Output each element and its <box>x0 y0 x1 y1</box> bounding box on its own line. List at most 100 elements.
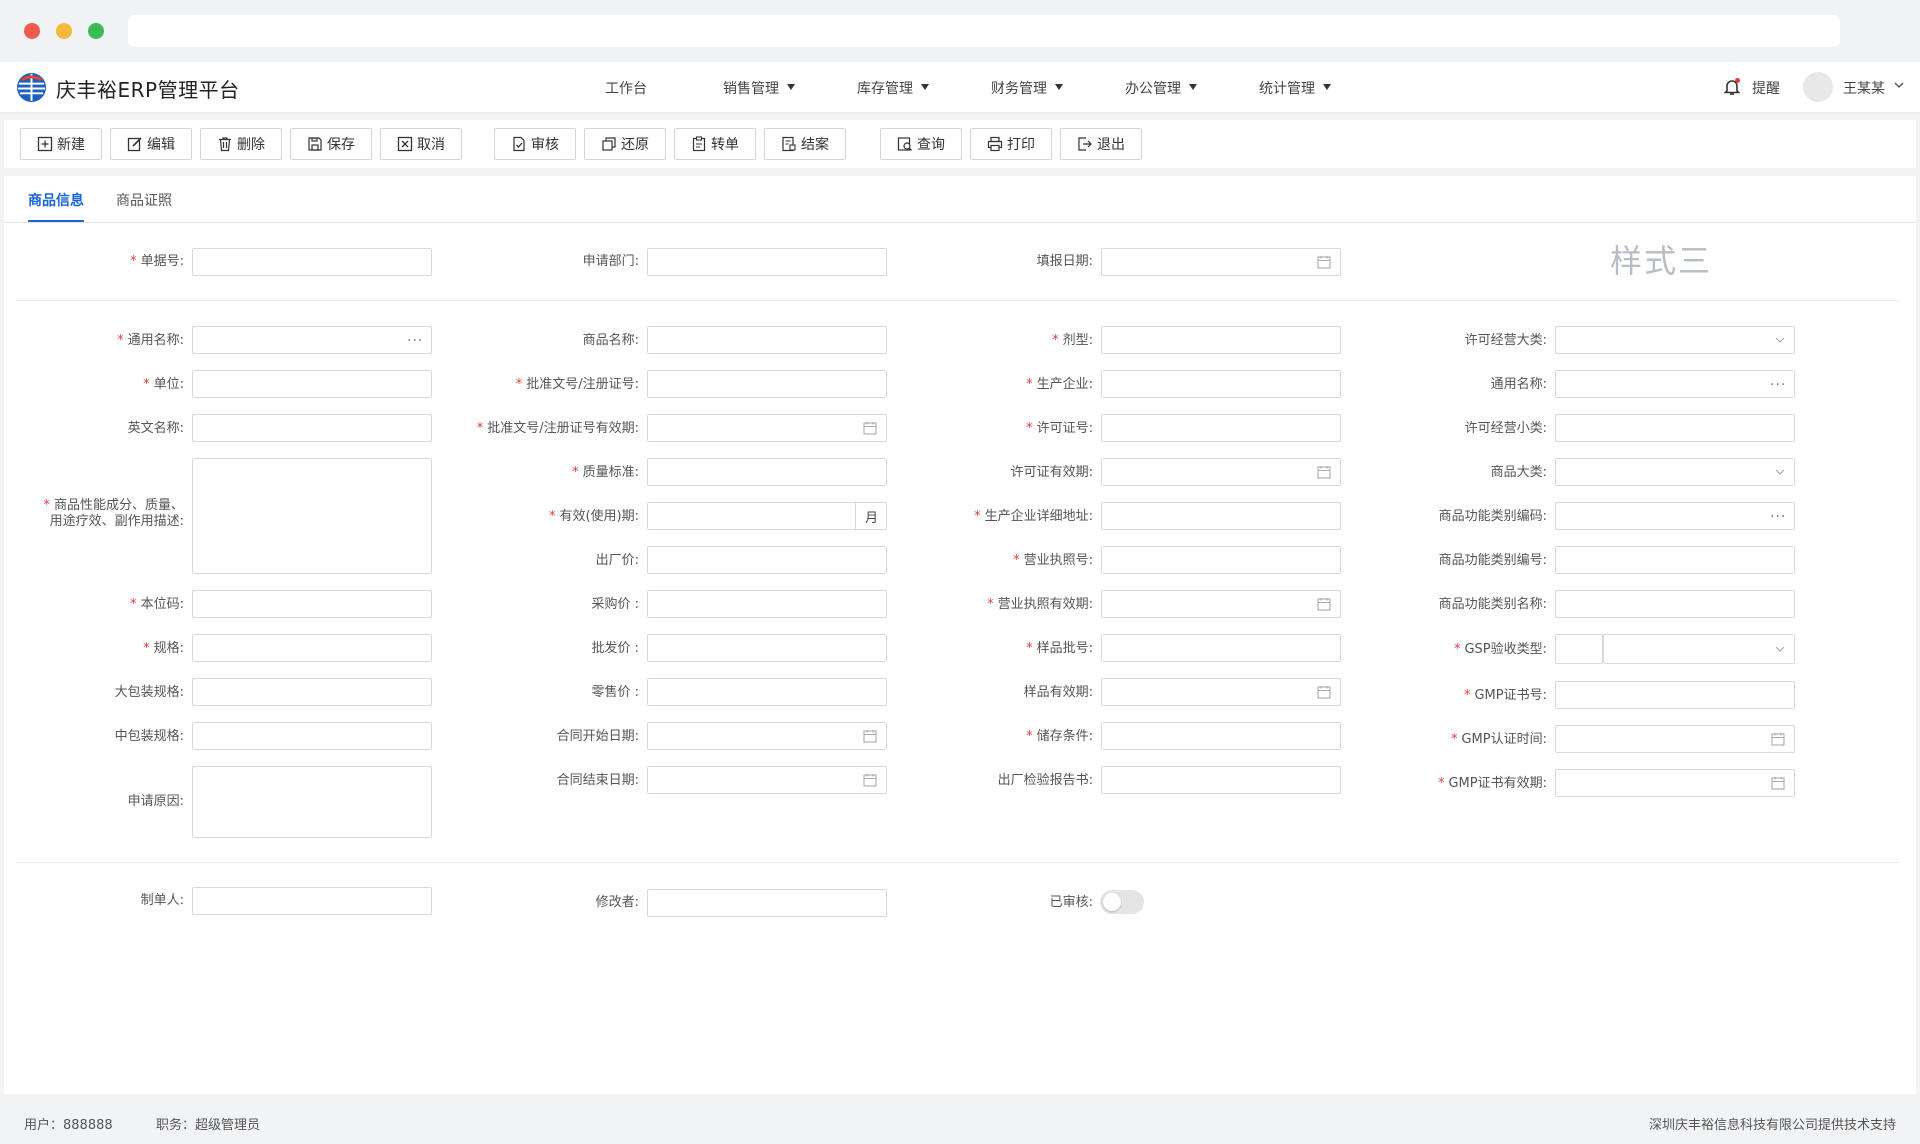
calendar-icon[interactable] <box>1771 776 1785 790</box>
audited-toggle[interactable] <box>1100 890 1144 914</box>
license-no-input[interactable] <box>1101 414 1341 442</box>
avatar[interactable] <box>1803 72 1833 102</box>
calendar-icon[interactable] <box>863 421 877 435</box>
save-button[interactable]: 保存 <box>290 128 372 160</box>
purchase-price-input[interactable] <box>647 590 887 618</box>
modifier-input[interactable] <box>647 889 887 917</box>
query-icon <box>897 137 912 151</box>
print-button[interactable]: 打印 <box>970 128 1052 160</box>
label-factory-price: 出厂价: <box>595 553 639 568</box>
exit-button[interactable]: 退出 <box>1060 128 1142 160</box>
quality-standard-input[interactable] <box>647 458 887 486</box>
dosage-form-input[interactable] <box>1101 326 1341 354</box>
edit-button[interactable]: 编辑 <box>110 128 192 160</box>
audit-button[interactable]: 审核 <box>494 128 576 160</box>
contract-end-input[interactable] <box>647 766 887 794</box>
contract-start-input[interactable] <box>647 722 887 750</box>
business-license-no-input[interactable] <box>1101 546 1341 574</box>
creator-input[interactable] <box>192 887 432 915</box>
retail-price-input[interactable] <box>647 678 887 706</box>
more-icon[interactable]: ··· <box>407 334 423 348</box>
more-icon[interactable]: ··· <box>1770 378 1786 392</box>
goods-name-input[interactable] <box>647 326 887 354</box>
window-close-button[interactable] <box>24 23 40 39</box>
unit-input[interactable] <box>192 370 432 398</box>
delete-button[interactable]: 删除 <box>200 128 282 160</box>
address-bar[interactable] <box>128 15 1840 47</box>
common-name-input[interactable] <box>192 326 432 354</box>
nav-office[interactable]: 办公管理 <box>1125 78 1197 98</box>
reminder-link[interactable]: 提醒 <box>1752 78 1780 98</box>
apply-dept-input[interactable] <box>647 248 887 276</box>
common-name-2-input[interactable] <box>1555 370 1795 398</box>
caret-down-icon <box>921 84 929 90</box>
chevron-down-icon[interactable] <box>1773 642 1787 656</box>
approval-no-input[interactable] <box>647 370 887 398</box>
more-icon[interactable]: ··· <box>1770 510 1786 524</box>
function-category-no-input[interactable] <box>1555 546 1795 574</box>
gsp-type-code-input[interactable] <box>1555 634 1603 664</box>
bell-icon[interactable] <box>1722 77 1742 97</box>
license-valid-input[interactable] <box>1101 458 1341 486</box>
manufacturer-input[interactable] <box>1101 370 1341 398</box>
chevron-down-icon[interactable] <box>1894 80 1904 90</box>
transfer-button[interactable]: 转单 <box>674 128 756 160</box>
license-category-select[interactable] <box>1555 326 1795 354</box>
calendar-icon[interactable] <box>1771 732 1785 746</box>
large-pack-input[interactable] <box>192 678 432 706</box>
sample-batch-input[interactable] <box>1101 634 1341 662</box>
manufacturer-address-input[interactable] <box>1101 502 1341 530</box>
new-button[interactable]: 新建 <box>20 128 102 160</box>
nav-statistics[interactable]: 统计管理 <box>1259 78 1331 98</box>
factory-price-input[interactable] <box>647 546 887 574</box>
chevron-down-icon[interactable] <box>1773 465 1787 479</box>
validity-period-input[interactable] <box>647 502 887 530</box>
calendar-icon[interactable] <box>1317 465 1331 479</box>
transfer-icon <box>692 136 706 152</box>
gsp-type-select[interactable] <box>1603 634 1795 664</box>
nav-finance[interactable]: 财务管理 <box>991 78 1063 98</box>
window-maximize-button[interactable] <box>88 23 104 39</box>
tab-goods-info[interactable]: 商品信息 <box>28 190 84 210</box>
nav-sales[interactable]: 销售管理 <box>723 78 795 98</box>
chevron-down-icon[interactable] <box>1773 333 1787 347</box>
storage-input[interactable] <box>1101 722 1341 750</box>
tab-goods-license[interactable]: 商品证照 <box>116 190 172 210</box>
gmp-cert-time-input[interactable] <box>1555 725 1795 753</box>
goods-category-select[interactable] <box>1555 458 1795 486</box>
wholesale-price-input[interactable] <box>647 634 887 662</box>
label-barcode: * 本位码: <box>130 597 184 612</box>
label-goods-name: 商品名称: <box>582 333 639 348</box>
window-minimize-button[interactable] <box>56 23 72 39</box>
license-subcategory-input[interactable] <box>1555 414 1795 442</box>
spec-input[interactable] <box>192 634 432 662</box>
gmp-cert-no-input[interactable] <box>1555 681 1795 709</box>
sample-valid-input[interactable] <box>1101 678 1341 706</box>
gmp-cert-valid-input[interactable] <box>1555 769 1795 797</box>
apply-reason-textarea[interactable] <box>192 766 432 838</box>
query-button[interactable]: 查询 <box>880 128 962 160</box>
calendar-icon[interactable] <box>1317 255 1331 269</box>
restore-button[interactable]: 还原 <box>584 128 666 160</box>
description-textarea[interactable] <box>192 458 432 574</box>
username[interactable]: 王某某 <box>1843 78 1885 98</box>
close-case-button[interactable]: 结案 <box>764 128 846 160</box>
fill-date-input[interactable] <box>1101 248 1341 276</box>
calendar-icon[interactable] <box>1317 597 1331 611</box>
cancel-button[interactable]: 取消 <box>380 128 462 160</box>
calendar-icon[interactable] <box>1317 685 1331 699</box>
english-name-input[interactable] <box>192 414 432 442</box>
inspection-report-input[interactable] <box>1101 766 1341 794</box>
approval-valid-input[interactable] <box>647 414 887 442</box>
business-license-valid-input[interactable] <box>1101 590 1341 618</box>
calendar-icon[interactable] <box>863 773 877 787</box>
restore-icon <box>602 137 616 151</box>
function-category-code-input[interactable] <box>1555 502 1795 530</box>
calendar-icon[interactable] <box>863 729 877 743</box>
doc-no-input[interactable] <box>192 248 432 276</box>
function-category-name-input[interactable] <box>1555 590 1795 618</box>
barcode-input[interactable] <box>192 590 432 618</box>
medium-pack-input[interactable] <box>192 722 432 750</box>
nav-inventory[interactable]: 库存管理 <box>857 78 929 98</box>
nav-workbench[interactable]: 工作台 <box>605 78 647 98</box>
